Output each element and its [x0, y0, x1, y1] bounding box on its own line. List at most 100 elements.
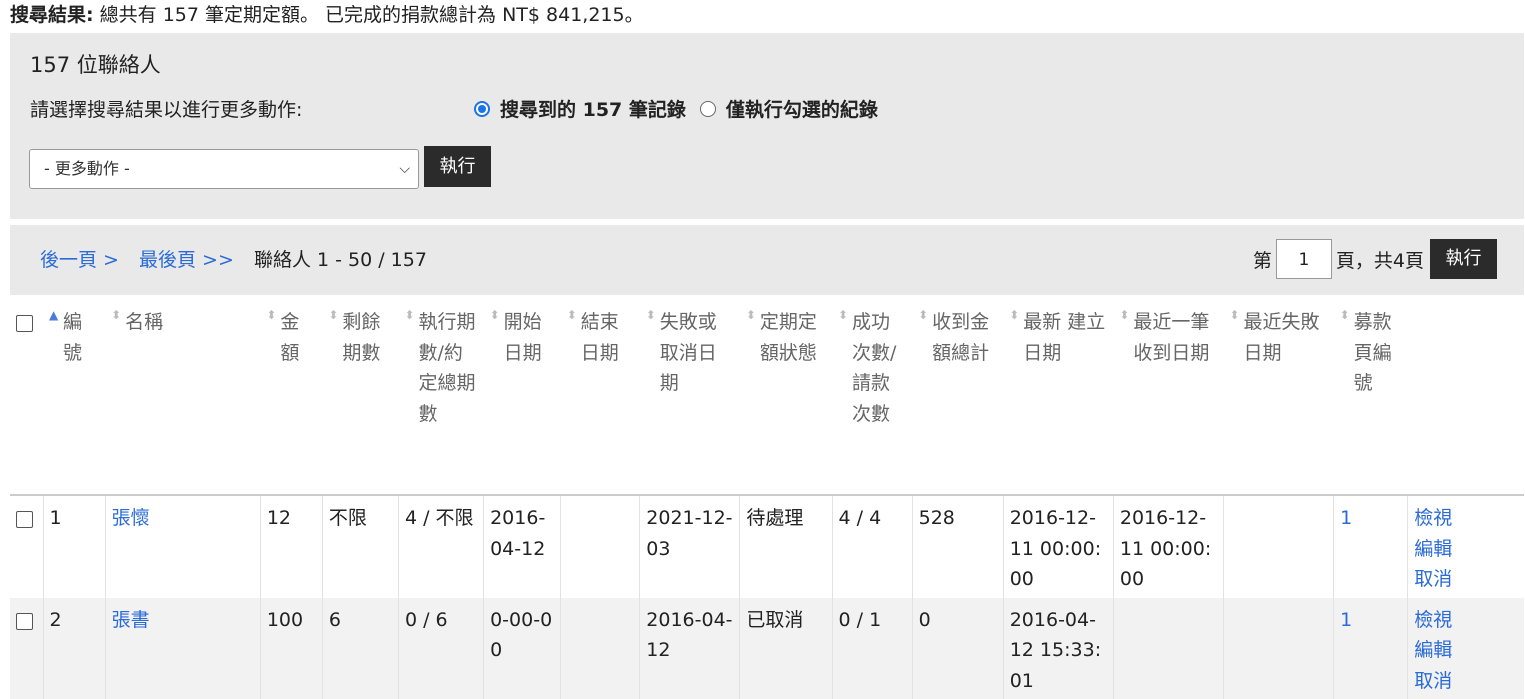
- page-prefix: 第: [1252, 249, 1272, 272]
- sort-icon: ⬍: [266, 308, 277, 322]
- execute-action-button[interactable]: 執行: [424, 146, 491, 187]
- cell-failed-date: 2021-12-03: [639, 495, 740, 598]
- sort-icon: ⬍: [404, 308, 415, 322]
- scope-radio-group: 搜尋到的 157 筆記錄 僅執行勾選的紀錄: [474, 95, 878, 122]
- sort-icon: ⬍: [1229, 308, 1240, 322]
- sort-icon: ⬍: [566, 308, 577, 322]
- cancel-link[interactable]: 取消: [1414, 568, 1452, 590]
- pager-links: 後一頁 > 最後頁 >> 聯絡人 1 - 50 / 157: [40, 245, 427, 272]
- cell-received-total: 0: [911, 597, 1004, 699]
- cell-last-received: 2016-12-11 00:00:00: [1112, 495, 1224, 598]
- cell-executed: 0 / 6: [397, 597, 484, 699]
- cell-end-date: [560, 597, 640, 699]
- cell-start-date: 2016-04-12: [483, 495, 561, 598]
- col-header[interactable]: ⬍ 最新 建立日期: [1003, 300, 1114, 496]
- cell-id: 2: [42, 597, 106, 699]
- cell-success-count: 4 / 4: [831, 495, 913, 598]
- cell-end-date: [560, 495, 640, 598]
- cell-status: 待處理: [739, 495, 833, 598]
- cell-failed-date: 2016-04-12: [639, 597, 740, 699]
- sort-asc-icon: ▲: [49, 308, 59, 322]
- sort-icon: ⬍: [111, 308, 122, 322]
- fundraising-page-link[interactable]: 1: [1340, 609, 1352, 631]
- radio-all-records[interactable]: [474, 100, 490, 117]
- col-header[interactable]: ⬍ 執行期數/約定總期數: [398, 300, 484, 496]
- cancel-link[interactable]: 取消: [1414, 670, 1452, 692]
- col-header[interactable]: ⬍ 成功次數/請款次數: [832, 300, 913, 496]
- cell-last-failed: [1222, 597, 1334, 699]
- page-jump: 第 1 頁，共4頁 執行: [1253, 239, 1497, 279]
- edit-link[interactable]: 編輯: [1414, 538, 1452, 560]
- last-page-link[interactable]: 最後頁 >>: [139, 249, 234, 271]
- cell-remaining: 6: [321, 597, 399, 699]
- sort-icon: ⬍: [918, 308, 929, 322]
- chevron-down-icon: ⌵: [399, 161, 410, 177]
- cell-id: 1: [42, 495, 106, 598]
- contact-name-link[interactable]: 張書: [112, 609, 150, 631]
- pager-range: 聯絡人 1 - 50 / 157: [253, 249, 427, 271]
- row-checkbox[interactable]: [16, 612, 33, 630]
- radio-all-records-label[interactable]: 搜尋到的 157 筆記錄: [500, 95, 686, 122]
- actions-header: [1407, 300, 1524, 496]
- col-header[interactable]: ⬍ 募款頁編號: [1333, 300, 1408, 496]
- col-header[interactable]: ⬍ 最近一筆收到日期: [1113, 300, 1224, 496]
- col-header[interactable]: ⬍ 最近失敗日期: [1223, 300, 1334, 496]
- cell-remaining: 不限: [321, 495, 399, 598]
- col-header[interactable]: ⬍ 開始日期: [483, 300, 561, 496]
- cell-received-total: 528: [911, 495, 1004, 598]
- row-checkbox[interactable]: [16, 511, 33, 528]
- view-link[interactable]: 檢視: [1414, 507, 1452, 529]
- next-page-link[interactable]: 後一頁 >: [40, 249, 119, 271]
- contact-name-link[interactable]: 張懷: [112, 507, 150, 529]
- cell-last-failed: [1222, 495, 1334, 598]
- cell-executed: 4 / 不限: [397, 495, 484, 598]
- cell-created-date: 2016-04-12 15:33:01: [1002, 597, 1114, 699]
- radio-selected-records-label[interactable]: 僅執行勾選的紀錄: [726, 95, 878, 122]
- cell-success-count: 0 / 1: [831, 597, 913, 699]
- sort-icon: ⬍: [489, 308, 500, 322]
- edit-link[interactable]: 編輯: [1414, 639, 1452, 661]
- more-actions-value: - 更多動作 -: [44, 159, 130, 178]
- fundraising-page-link[interactable]: 1: [1340, 507, 1352, 529]
- actions-panel: 157 位聯絡人 請選擇搜尋結果以進行更多動作: 搜尋到的 157 筆記錄 僅執…: [10, 33, 1524, 219]
- cell-start-date: 0-00-00: [483, 597, 561, 699]
- col-header[interactable]: ⬍ 收到金額總計: [912, 300, 1004, 496]
- sort-icon: ⬍: [745, 308, 756, 322]
- pager-bar: 後一頁 > 最後頁 >> 聯絡人 1 - 50 / 157 第 1 頁，共4頁 …: [10, 225, 1524, 295]
- select-all-header: [10, 300, 44, 496]
- cell-last-received: [1112, 597, 1224, 699]
- cell-status: 已取消: [739, 597, 833, 699]
- cell-amount: 100: [259, 597, 323, 699]
- sort-icon: ⬍: [328, 308, 339, 322]
- recurring-donations-table: ▲ 編號 ⬍ 名稱 ⬍ 金額 ⬍ 剩餘期數 ⬍ 執行期數/約定總期數 ⬍ 開始日期 ⬍ 結束日…: [10, 300, 1524, 699]
- select-prompt: 請選擇搜尋結果以進行更多動作:: [30, 99, 303, 121]
- sort-icon: ⬍: [1119, 308, 1130, 322]
- col-header[interactable]: ⬍ 結束日期: [560, 300, 640, 496]
- view-link[interactable]: 檢視: [1414, 609, 1452, 631]
- page-go-button[interactable]: 執行: [1430, 239, 1497, 279]
- col-header[interactable]: ▲ 編號: [43, 300, 106, 496]
- cell-amount: 12: [259, 495, 323, 598]
- sort-icon: ⬍: [645, 308, 656, 322]
- summary-label: 搜尋結果:: [10, 4, 94, 26]
- page-suffix: 頁，共4頁: [1335, 249, 1424, 272]
- cell-created-date: 2016-12-11 00:00:00: [1002, 495, 1114, 598]
- sort-icon: ⬍: [1339, 308, 1350, 322]
- contacts-count: 157 位聯絡人: [30, 53, 161, 77]
- table-header-row: ▲ 編號 ⬍ 名稱 ⬍ 金額 ⬍ 剩餘期數 ⬍ 執行期數/約定總期數 ⬍ 開始日期 ⬍ 結束日…: [10, 300, 1524, 496]
- select-all-checkbox[interactable]: [16, 315, 33, 332]
- table-row: 1 張懷 12 不限 4 / 不限 2016-04-12 2021-12-03 …: [10, 495, 1524, 598]
- summary-text: 總共有 157 筆定期定額。 已完成的捐款總計為 NT$ 841,215。: [99, 4, 644, 26]
- col-header[interactable]: ⬍ 失敗或取消日期: [639, 300, 740, 496]
- table-row: 2 張書 100 6 0 / 6 0-00-00 2016-04-12 已取消 …: [10, 597, 1524, 699]
- sort-icon: ⬍: [838, 308, 849, 322]
- more-actions-select[interactable]: - 更多動作 - ⌵: [29, 149, 419, 189]
- sort-icon: ⬍: [1009, 308, 1020, 322]
- search-summary: 搜尋結果: 總共有 157 筆定期定額。 已完成的捐款總計為 NT$ 841,2…: [10, 2, 644, 28]
- col-header[interactable]: ⬍ 剩餘期數: [322, 300, 399, 496]
- page-number-input[interactable]: 1: [1275, 239, 1332, 279]
- col-header[interactable]: ⬍ 名稱: [105, 300, 261, 496]
- col-header[interactable]: ⬍ 定期定額狀態: [739, 300, 833, 496]
- col-header[interactable]: ⬍ 金額: [260, 300, 323, 496]
- radio-selected-records[interactable]: [699, 100, 716, 117]
